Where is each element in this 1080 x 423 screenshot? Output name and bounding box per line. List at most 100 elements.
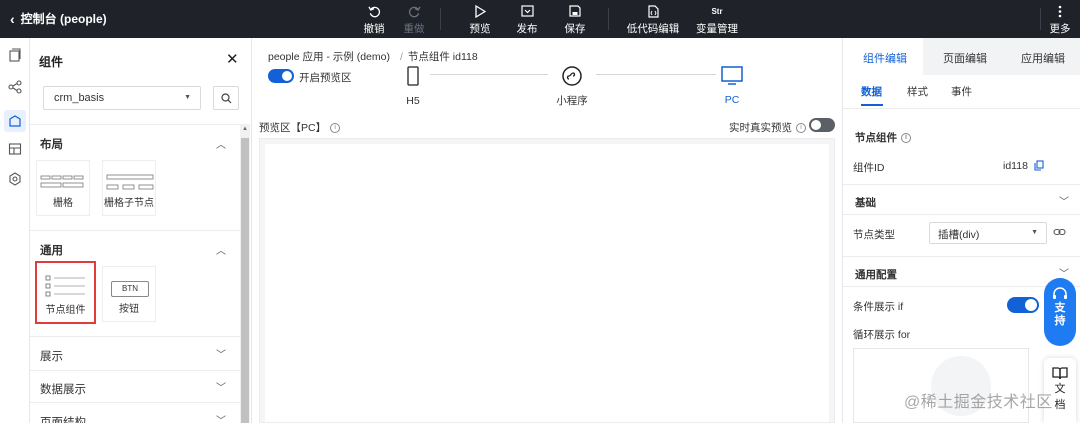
book-icon — [1044, 366, 1076, 380]
info-icon[interactable]: i — [330, 123, 341, 134]
device-h5[interactable]: H5 — [402, 66, 424, 107]
divider — [843, 108, 1080, 109]
button-component-icon: BTN — [111, 281, 149, 297]
canvas-region: people 应用 - 示例 (demo) / 节点组件 id118 开启预览区 H… — [252, 38, 842, 423]
components-icon[interactable] — [4, 110, 26, 132]
device-pc[interactable]: PC — [719, 66, 745, 106]
subtab-event[interactable]: 事件 — [951, 84, 972, 99]
watermark: @稀土掘金技术社区 — [904, 394, 1053, 411]
subtab-style[interactable]: 样式 — [907, 84, 928, 99]
grid-component-icon — [40, 175, 84, 188]
top-bar: ‹ 控制台 (people) 撤销 重做 预览 发布 保存 低代码编辑 Str … — [0, 0, 1080, 38]
node-component-icon — [45, 275, 85, 297]
back-to-console[interactable]: ‹ 控制台 (people) — [10, 10, 107, 27]
realtime-preview-toggle[interactable] — [809, 118, 835, 132]
section-display[interactable]: 展示 — [40, 348, 63, 364]
variables-label: 变量管理 — [696, 23, 738, 35]
chevron-down-icon[interactable]: ﹀ — [1059, 193, 1069, 208]
breadcrumb-node: 节点组件 id118 — [407, 51, 478, 63]
chevron-up-icon[interactable]: ︿ — [216, 242, 226, 257]
component-panel: 组件 ✕ crm_basis ▼ 布局 ︿ 栅格 栅格子节点 通用 ︿ 节点组件… — [30, 38, 252, 423]
node-type-select[interactable]: 插槽(div) ▼ — [929, 222, 1047, 244]
variable-manage-button[interactable]: Str 变量管理 — [690, 3, 744, 36]
preview-area-toggle[interactable] — [268, 69, 294, 83]
caret-down-icon: ▼ — [184, 94, 191, 101]
more-button[interactable]: 更多 — [1038, 3, 1080, 36]
close-icon[interactable]: ✕ — [226, 50, 239, 68]
stage-label: 预览区【PC】 i — [259, 120, 341, 135]
divider — [843, 214, 1080, 215]
section-layout[interactable]: 布局 — [40, 136, 63, 152]
condition-if-toggle[interactable] — [1007, 297, 1039, 313]
info-icon[interactable]: i — [796, 123, 806, 134]
device-connector — [596, 74, 716, 75]
tree-structure-icon[interactable] — [8, 80, 22, 94]
section-page-structure[interactable]: 页面结构 — [40, 414, 86, 423]
chevron-up-icon[interactable]: ︿ — [216, 136, 226, 151]
lowcode-label: 低代码编辑 — [626, 23, 680, 35]
divider — [30, 336, 240, 337]
undo-button[interactable]: 撤销 — [352, 3, 396, 36]
more-vertical-icon — [1038, 3, 1080, 19]
breadcrumb: people 应用 - 示例 (demo) / 节点组件 id118 — [268, 49, 478, 64]
search-button[interactable] — [213, 86, 239, 110]
preview-button[interactable]: 预览 — [458, 3, 502, 36]
data-source-icon[interactable] — [8, 142, 22, 156]
redo-button[interactable]: 重做 — [392, 3, 436, 36]
code-file-icon — [624, 3, 682, 19]
divider — [30, 124, 240, 125]
link-icon[interactable] — [1053, 227, 1066, 240]
device-mini-label: 小程序 — [556, 95, 588, 107]
component-node[interactable]: 节点组件 — [35, 261, 96, 324]
breadcrumb-app[interactable]: people 应用 - 示例 (demo) — [268, 51, 390, 63]
general-config-section[interactable]: 通用配置 — [855, 267, 897, 282]
basic-section[interactable]: 基础 — [855, 195, 876, 210]
component-id-value: id118 — [1003, 160, 1028, 172]
settings-icon[interactable] — [8, 172, 22, 186]
section-data-display[interactable]: 数据展示 — [40, 381, 86, 397]
info-icon[interactable]: i — [901, 133, 911, 144]
component-grid[interactable]: 栅格 — [36, 160, 90, 216]
scroll-up-icon[interactable]: ▲ — [242, 126, 248, 132]
scrollbar-thumb[interactable] — [241, 138, 249, 423]
undo-label: 撤销 — [363, 23, 385, 35]
redo-label: 重做 — [403, 23, 425, 35]
publish-icon — [505, 3, 549, 19]
divider — [30, 370, 240, 371]
stage-label-text: 预览区【PC】 — [259, 122, 327, 134]
panel-title: 组件 — [39, 55, 64, 69]
component-grid-child[interactable]: 栅格子节点 — [102, 160, 156, 216]
chevron-down-icon[interactable]: ﹀ — [216, 412, 226, 423]
tab-app-edit[interactable]: 应用编辑 — [1021, 50, 1065, 66]
preview-area-label: 开启预览区 — [299, 72, 352, 84]
chevron-left-icon: ‹ — [10, 10, 15, 27]
tab-page-edit[interactable]: 页面编辑 — [943, 50, 987, 66]
save-button[interactable]: 保存 — [553, 3, 597, 36]
subtab-underline — [861, 104, 883, 106]
more-label: 更多 — [1049, 23, 1071, 35]
canvas-page[interactable] — [265, 144, 829, 422]
support-label-2: 持 — [1054, 315, 1066, 327]
realtime-preview-text: 实时真实预览 — [729, 122, 792, 134]
grid-child-icon — [106, 174, 154, 190]
divider — [843, 184, 1080, 185]
library-select[interactable]: crm_basis ▼ — [43, 86, 201, 110]
subtab-data[interactable]: 数据 — [861, 84, 882, 99]
lowcode-edit-button[interactable]: 低代码编辑 — [624, 3, 682, 36]
toolbar-divider — [440, 8, 441, 30]
device-miniprogram[interactable]: 小程序 — [552, 66, 592, 108]
pages-icon[interactable] — [8, 48, 22, 62]
loop-for-label: 循环展示 for — [853, 329, 911, 341]
section-common[interactable]: 通用 — [40, 242, 63, 258]
save-icon — [553, 3, 597, 19]
publish-button[interactable]: 发布 — [505, 3, 549, 36]
chevron-down-icon[interactable]: ﹀ — [216, 346, 226, 361]
device-pc-label: PC — [724, 94, 740, 106]
tab-component-edit[interactable]: 组件编辑 — [863, 50, 907, 66]
panel-scrollbar[interactable] — [240, 124, 250, 423]
copy-icon[interactable] — [1034, 160, 1044, 174]
support-float-button[interactable]: 支 持 — [1044, 278, 1076, 346]
chevron-down-icon[interactable]: ﹀ — [216, 379, 226, 394]
play-icon — [458, 3, 502, 19]
component-button[interactable]: BTN 按钮 — [102, 266, 156, 322]
